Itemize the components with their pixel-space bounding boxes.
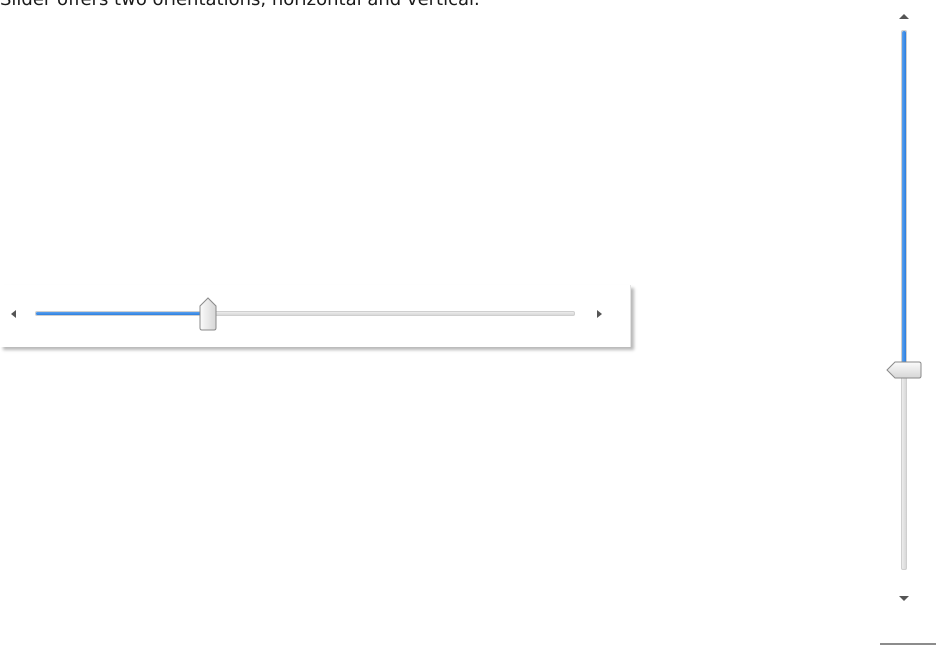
vertical-slider-track[interactable] (901, 30, 907, 570)
triangle-up-icon[interactable] (897, 8, 911, 22)
caption-text: Slider offers two orientations, horizont… (0, 0, 480, 12)
triangle-left-icon[interactable] (7, 306, 21, 320)
horizontal-slider-fill (36, 312, 209, 315)
horizontal-slider-thumb[interactable] (198, 297, 218, 331)
vertical-slider-thumb[interactable] (886, 360, 922, 380)
horizontal-slider[interactable] (0, 285, 631, 347)
triangle-down-icon[interactable] (897, 590, 911, 604)
horizontal-slider-track[interactable] (35, 311, 575, 316)
vertical-slider-fill (902, 31, 906, 371)
vertical-slider[interactable] (880, 0, 936, 645)
triangle-right-icon[interactable] (592, 306, 606, 320)
